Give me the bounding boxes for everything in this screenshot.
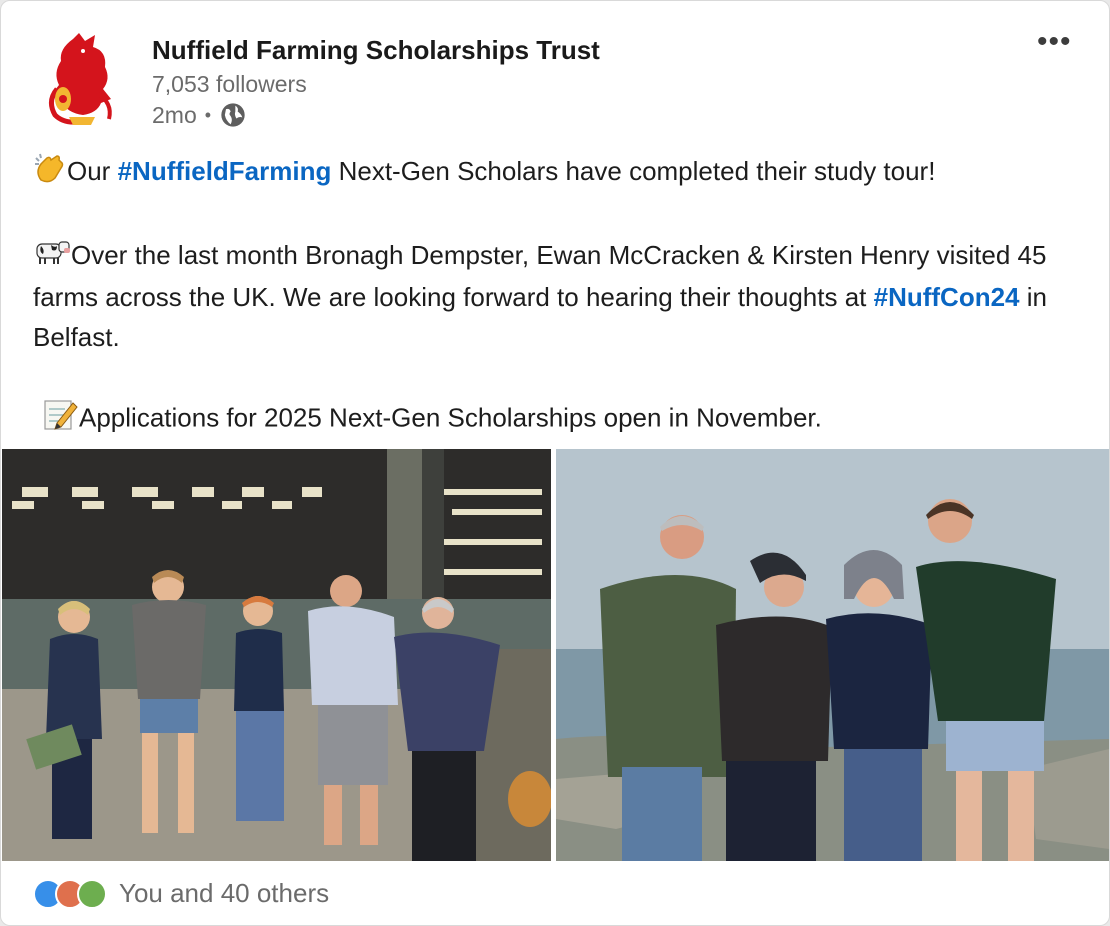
author-name[interactable]: Nuffield Farming Scholarships Trust (152, 35, 600, 66)
post-time: 2mo (152, 101, 197, 128)
celebrate-icon (77, 878, 107, 909)
post-meta: 2mo • (152, 101, 247, 129)
post-text: Next-Gen Scholars have completed their s… (331, 156, 936, 186)
cow-icon (33, 236, 71, 277)
separator-dot: • (204, 104, 212, 125)
globe-icon (221, 103, 245, 127)
reaction-count[interactable]: You and 40 others (119, 878, 329, 909)
post-card: Nuffield Farming Scholarships Trust 7,05… (0, 0, 1110, 926)
more-icon[interactable]: ••• (1037, 25, 1072, 59)
post-body: Our #NuffieldFarming Next-Gen Scholars h… (33, 151, 1083, 442)
hashtag-link[interactable]: #NuffCon24 (874, 282, 1020, 312)
company-logo[interactable] (39, 29, 129, 127)
hashtag-link[interactable]: #NuffieldFarming (118, 156, 332, 186)
memo-icon (43, 397, 79, 442)
post-text: Applications for 2025 Next-Gen Scholarsh… (79, 402, 822, 433)
clapping-hands-icon (33, 152, 67, 195)
post-image-barn-group[interactable] (2, 449, 551, 861)
post-line-1: Our #NuffieldFarming Next-Gen Scholars h… (33, 151, 1083, 195)
post-image-coast-group[interactable] (556, 449, 1109, 861)
post-paragraph-3: Applications for 2025 Next-Gen Scholarsh… (33, 397, 1083, 442)
reaction-icons (33, 878, 107, 909)
reactions-bar[interactable]: You and 40 others (33, 878, 329, 909)
post-paragraph-2: Over the last month Bronagh Dempster, Ew… (33, 235, 1083, 358)
follower-count: 7,053 followers (152, 71, 307, 97)
post-text: Our (67, 156, 118, 186)
